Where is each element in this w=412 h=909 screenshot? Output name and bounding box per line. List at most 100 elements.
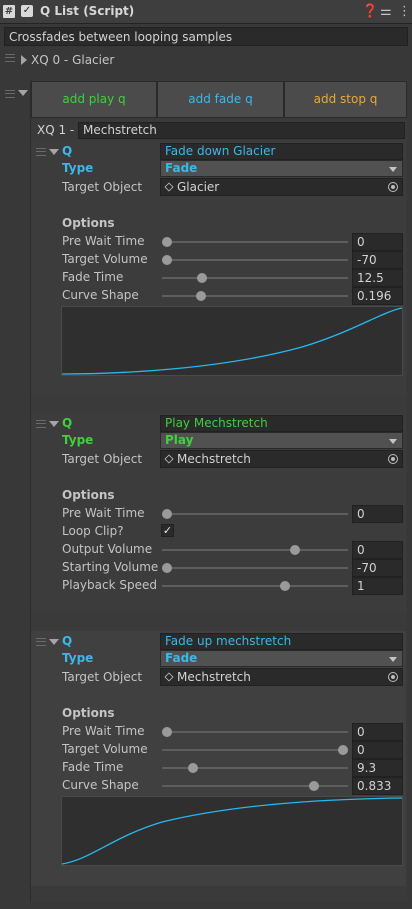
script-icon: # (3, 5, 15, 18)
slider-thumb[interactable] (279, 581, 290, 591)
q1-fade-time-field[interactable]: 12.5 (352, 269, 403, 287)
q1-target-label: Target Object (62, 180, 143, 194)
q2-header-label: Q (62, 416, 73, 430)
help-icon[interactable]: ❓ (362, 4, 378, 19)
slider-track[interactable] (162, 277, 348, 279)
collapse-arrow-icon[interactable] (49, 421, 59, 427)
q1-target-field[interactable]: Glacier (160, 178, 403, 196)
q1-target-volume-field[interactable]: -70 (352, 251, 403, 269)
q1-pre-wait-field[interactable]: 0 (352, 233, 403, 251)
q3-target-value: Mechstretch (177, 670, 251, 684)
q3-pre-wait-field[interactable]: 0 (352, 723, 403, 741)
q1-header-label: Q (62, 144, 73, 158)
drag-handle-icon[interactable] (5, 90, 15, 98)
object-picker-icon[interactable] (388, 672, 398, 682)
q3-curve-line (62, 797, 402, 865)
q2-output-volume-field[interactable]: 0 (352, 541, 403, 559)
slider-track[interactable] (162, 259, 348, 261)
q2-pre-wait-label: Pre Wait Time (62, 506, 145, 520)
add-play-q-button[interactable]: add play q (31, 81, 157, 118)
q1-type-dropdown[interactable]: Fade (160, 160, 403, 177)
q3-options-label: Options (62, 706, 115, 720)
description-field[interactable]: Crossfades between looping samples (4, 27, 408, 46)
q2-starting-volume-label: Starting Volume (62, 560, 159, 574)
slider-thumb[interactable] (162, 237, 172, 247)
q2-type-label: Type (62, 433, 94, 447)
slider-thumb[interactable] (162, 727, 172, 737)
slider-thumb[interactable] (308, 781, 319, 791)
q3-curve-preview[interactable] (61, 796, 403, 866)
q1-curve-preview[interactable] (61, 306, 403, 376)
q3-curve-shape-label: Curve Shape (62, 778, 139, 792)
slider-thumb[interactable] (162, 255, 172, 265)
preset-icon[interactable]: ⚌ (380, 4, 392, 19)
xq0-label: XQ 0 - Glacier (31, 53, 115, 67)
drag-handle-icon[interactable] (36, 638, 46, 646)
expand-arrow-icon[interactable] (21, 55, 27, 65)
xq0-row[interactable]: XQ 0 - Glacier (0, 50, 412, 70)
chevron-down-icon (389, 167, 397, 172)
gameobject-icon (164, 672, 174, 682)
component-header: # ✓ Q List (Script) ❓ ⚌ ⋮ (0, 0, 412, 24)
slider-track[interactable] (162, 731, 348, 733)
q3-pre-wait-label: Pre Wait Time (62, 724, 145, 738)
q1-options-label: Options (62, 216, 115, 230)
drag-handle-icon[interactable] (5, 54, 15, 62)
xq1-label: XQ 1 - (37, 123, 75, 137)
slider-track[interactable] (162, 295, 348, 297)
q3-target-field[interactable]: Mechstretch (160, 668, 403, 686)
slider-thumb[interactable] (338, 745, 348, 755)
slider-track[interactable] (162, 749, 348, 751)
slider-thumb[interactable] (162, 563, 172, 573)
q3-type-value: Fade (165, 651, 198, 665)
q1-target-volume-label: Target Volume (62, 252, 148, 266)
component-title: Q List (Script) (40, 4, 135, 18)
q2-playback-speed-field[interactable]: 1 (352, 577, 403, 595)
drag-handle-icon[interactable] (36, 420, 46, 428)
q2-pre-wait-field[interactable]: 0 (352, 505, 403, 523)
q3-target-label: Target Object (62, 670, 143, 684)
q3-header-label: Q (62, 634, 73, 648)
q2-starting-volume-field[interactable]: -70 (352, 559, 403, 577)
q2-target-field[interactable]: Mechstretch (160, 450, 403, 468)
add-fade-q-button[interactable]: add fade q (157, 81, 284, 118)
q1-curve-shape-field[interactable]: 0.196 (352, 287, 403, 305)
enabled-checkbox[interactable]: ✓ (21, 5, 33, 17)
q1-target-value: Glacier (177, 180, 220, 194)
object-picker-icon[interactable] (388, 182, 398, 192)
q3-name-field[interactable]: Fade up mechstretch (160, 633, 403, 650)
q2-loop-clip-label: Loop Clip? (62, 524, 124, 538)
q2-name-field[interactable]: Play Mechstretch (160, 415, 403, 432)
collapse-arrow-icon[interactable] (18, 90, 28, 96)
slider-track[interactable] (162, 513, 348, 515)
collapse-arrow-icon[interactable] (49, 639, 59, 645)
q3-type-dropdown[interactable]: Fade (160, 650, 403, 667)
q3-fade-time-field[interactable]: 9.3 (352, 759, 403, 777)
chevron-down-icon (389, 439, 397, 444)
slider-track[interactable] (162, 241, 348, 243)
collapse-arrow-icon[interactable] (49, 149, 59, 155)
q2-type-dropdown[interactable]: Play (160, 432, 403, 449)
slider-track[interactable] (162, 585, 348, 587)
gameobject-icon (164, 182, 174, 192)
gameobject-icon (164, 454, 174, 464)
slider-thumb[interactable] (162, 509, 172, 519)
q2-playback-speed-label: Playback Speed (62, 578, 157, 592)
xq1-name-field[interactable]: Mechstretch (78, 122, 405, 139)
object-picker-icon[interactable] (388, 454, 398, 464)
q2-type-value: Play (165, 433, 194, 447)
add-stop-q-button[interactable]: add stop q (284, 81, 407, 118)
slider-track[interactable] (162, 785, 348, 787)
q3-curve-shape-field[interactable]: 0.833 (352, 777, 403, 795)
slider-track[interactable] (162, 567, 348, 569)
slider-track[interactable] (162, 549, 348, 551)
menu-icon[interactable]: ⋮ (398, 4, 411, 19)
q1-pre-wait-label: Pre Wait Time (62, 234, 145, 248)
q3-fade-time-label: Fade Time (62, 760, 124, 774)
drag-handle-icon[interactable] (36, 148, 46, 156)
q1-fade-time-label: Fade Time (62, 270, 124, 284)
q3-target-volume-field[interactable]: 0 (352, 741, 403, 759)
q2-loop-clip-checkbox[interactable]: ✓ (161, 524, 174, 537)
q1-curve-shape-label: Curve Shape (62, 288, 139, 302)
q1-name-field[interactable]: Fade down Glacier (160, 143, 403, 160)
